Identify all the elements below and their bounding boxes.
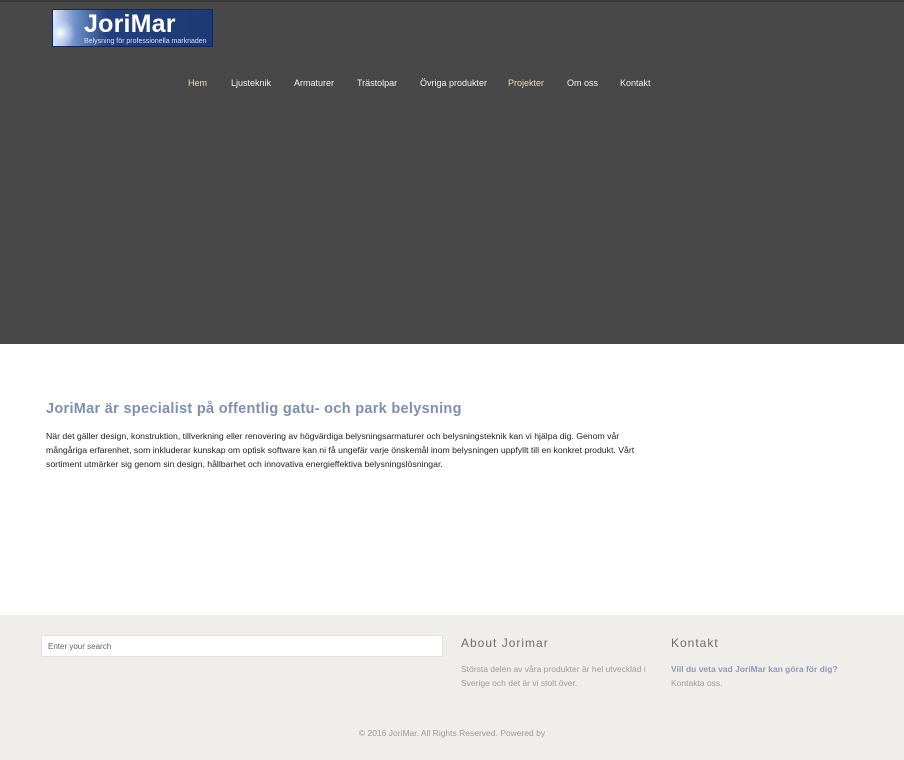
- nav-item-projekter[interactable]: Projekter: [508, 77, 544, 89]
- intro-paragraph: När det gäller design, konstruktion, til…: [46, 431, 635, 469]
- nav-item-kontakt[interactable]: Kontakt: [620, 77, 651, 89]
- nav-item-armaturer[interactable]: Armaturer: [294, 77, 334, 89]
- nav-item-ljusteknik[interactable]: Ljusteknik: [231, 77, 271, 89]
- search-input[interactable]: [41, 635, 443, 657]
- about-text: Största delen av våra produkter är hel u…: [461, 664, 646, 688]
- about-heading: About Jorimar: [461, 636, 549, 650]
- logo-brand-name: JoriMar: [84, 10, 176, 38]
- nav-item-om-oss[interactable]: Om oss: [567, 77, 598, 89]
- top-border: [0, 0, 904, 2]
- site-footer: About Jorimar Största delen av våra prod…: [0, 615, 904, 760]
- nav-item-trastolpar[interactable]: Trästolpar: [357, 77, 397, 89]
- copyright-text: © 2016 JoriMar. All Rights Reserved. Pow…: [358, 728, 546, 738]
- site-header: JoriMar Belysning för professionella mar…: [0, 0, 904, 344]
- light-flare-icon: [53, 18, 75, 46]
- nav-item-hem[interactable]: Hem: [188, 77, 207, 89]
- contact-heading: Kontakt: [671, 636, 719, 650]
- contact-text: Kontakta oss.: [671, 678, 723, 688]
- logo-tagline: Belysning för professionella marknaden: [84, 38, 207, 45]
- nav-item-ovriga-produkter[interactable]: Övriga produkter: [420, 77, 487, 89]
- main-navigation: Hem Ljusteknik Armaturer Trästolpar Övri…: [0, 77, 904, 91]
- page-title: JoriMar är specialist på offentlig gatu-…: [46, 401, 462, 417]
- contact-link[interactable]: Vill du veta vad JoriMar kan göra för di…: [671, 662, 838, 676]
- jorimar-logo[interactable]: JoriMar Belysning för professionella mar…: [52, 9, 213, 47]
